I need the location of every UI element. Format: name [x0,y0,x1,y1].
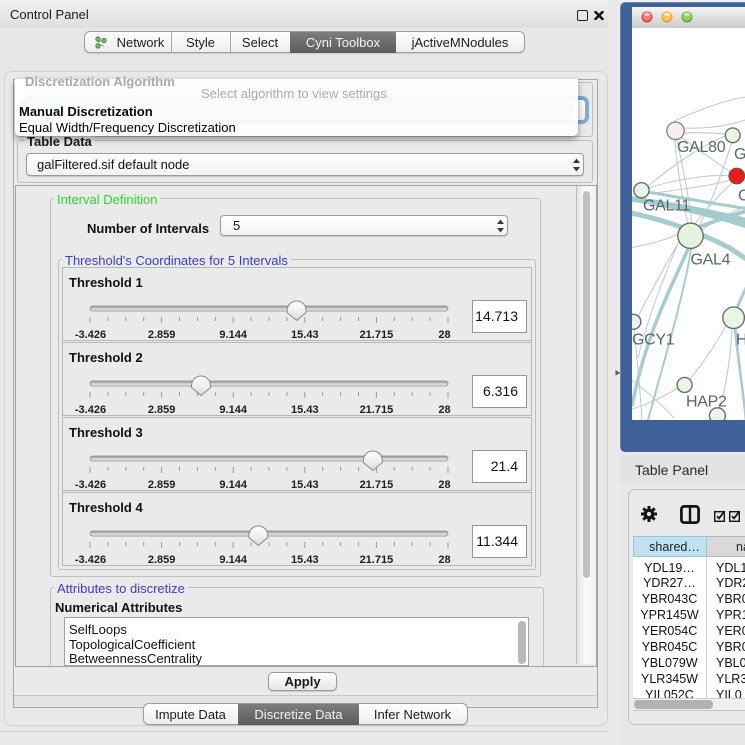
svg-text:-3.426: -3.426 [75,404,106,415]
svg-text:GAL4: GAL4 [691,252,731,269]
svg-text:2.859: 2.859 [148,554,176,565]
svg-text:GA: GA [734,146,745,163]
svg-text:GCY1: GCY1 [632,332,675,349]
svg-text:-3.426: -3.426 [75,554,106,565]
svg-text:21.715: 21.715 [360,554,394,565]
svg-text:21.715: 21.715 [360,479,394,490]
svg-text:9.144: 9.144 [219,479,247,490]
svg-text:15.43: 15.43 [291,479,319,490]
svg-text:9.144: 9.144 [219,554,247,565]
svg-text:2.859: 2.859 [148,329,176,340]
svg-text:9.144: 9.144 [219,404,247,415]
svg-text:28: 28 [438,554,450,565]
svg-text:28: 28 [438,404,450,415]
svg-text:28: 28 [438,329,450,340]
svg-text:28: 28 [438,479,450,490]
svg-text:15.43: 15.43 [291,329,319,340]
svg-text:2.859: 2.859 [148,404,176,415]
svg-text:21.715: 21.715 [360,404,394,415]
svg-text:21.715: 21.715 [360,329,394,340]
svg-text:15.43: 15.43 [291,554,319,565]
svg-text:15.43: 15.43 [291,404,319,415]
svg-text:2.859: 2.859 [148,479,176,490]
svg-text:HAP2: HAP2 [686,394,727,411]
svg-text:-3.426: -3.426 [75,479,106,490]
svg-text:9.144: 9.144 [219,329,247,340]
svg-text:C: C [738,188,745,205]
svg-text:GAL11: GAL11 [643,198,691,215]
svg-text:H: H [736,332,745,349]
svg-text:GAL80: GAL80 [677,139,726,156]
svg-text:-3.426: -3.426 [75,329,106,340]
